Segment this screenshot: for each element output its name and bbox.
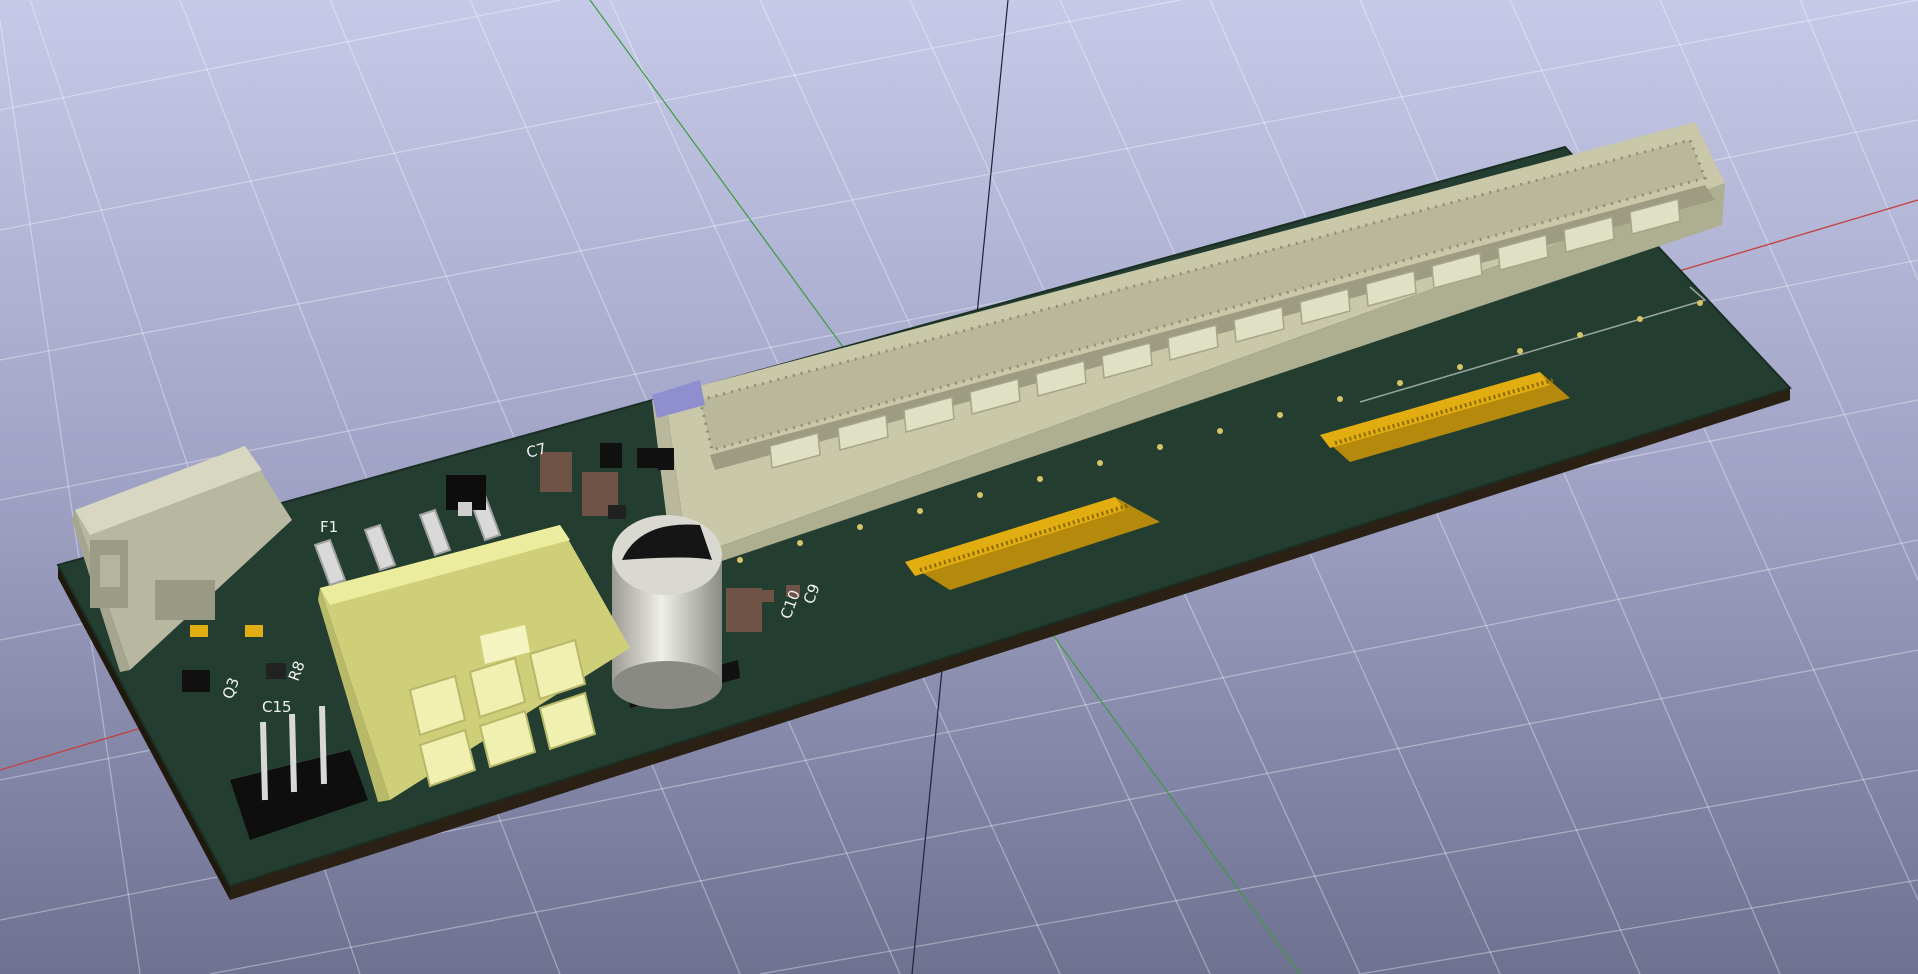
transistor-q3 bbox=[182, 670, 210, 692]
silk-c15: C15 bbox=[262, 698, 292, 716]
capacitor-c10 bbox=[760, 590, 774, 602]
silk-f1: F1 bbox=[320, 518, 338, 536]
capacitor-c7 bbox=[540, 452, 572, 492]
transistor-q1 bbox=[600, 443, 622, 468]
3d-viewer-canvas[interactable]: F1 C7 Q3 R8 C15 C10 C9 bbox=[0, 0, 1918, 974]
resistor-r8 bbox=[266, 663, 286, 679]
capacitor-smd bbox=[726, 588, 762, 632]
